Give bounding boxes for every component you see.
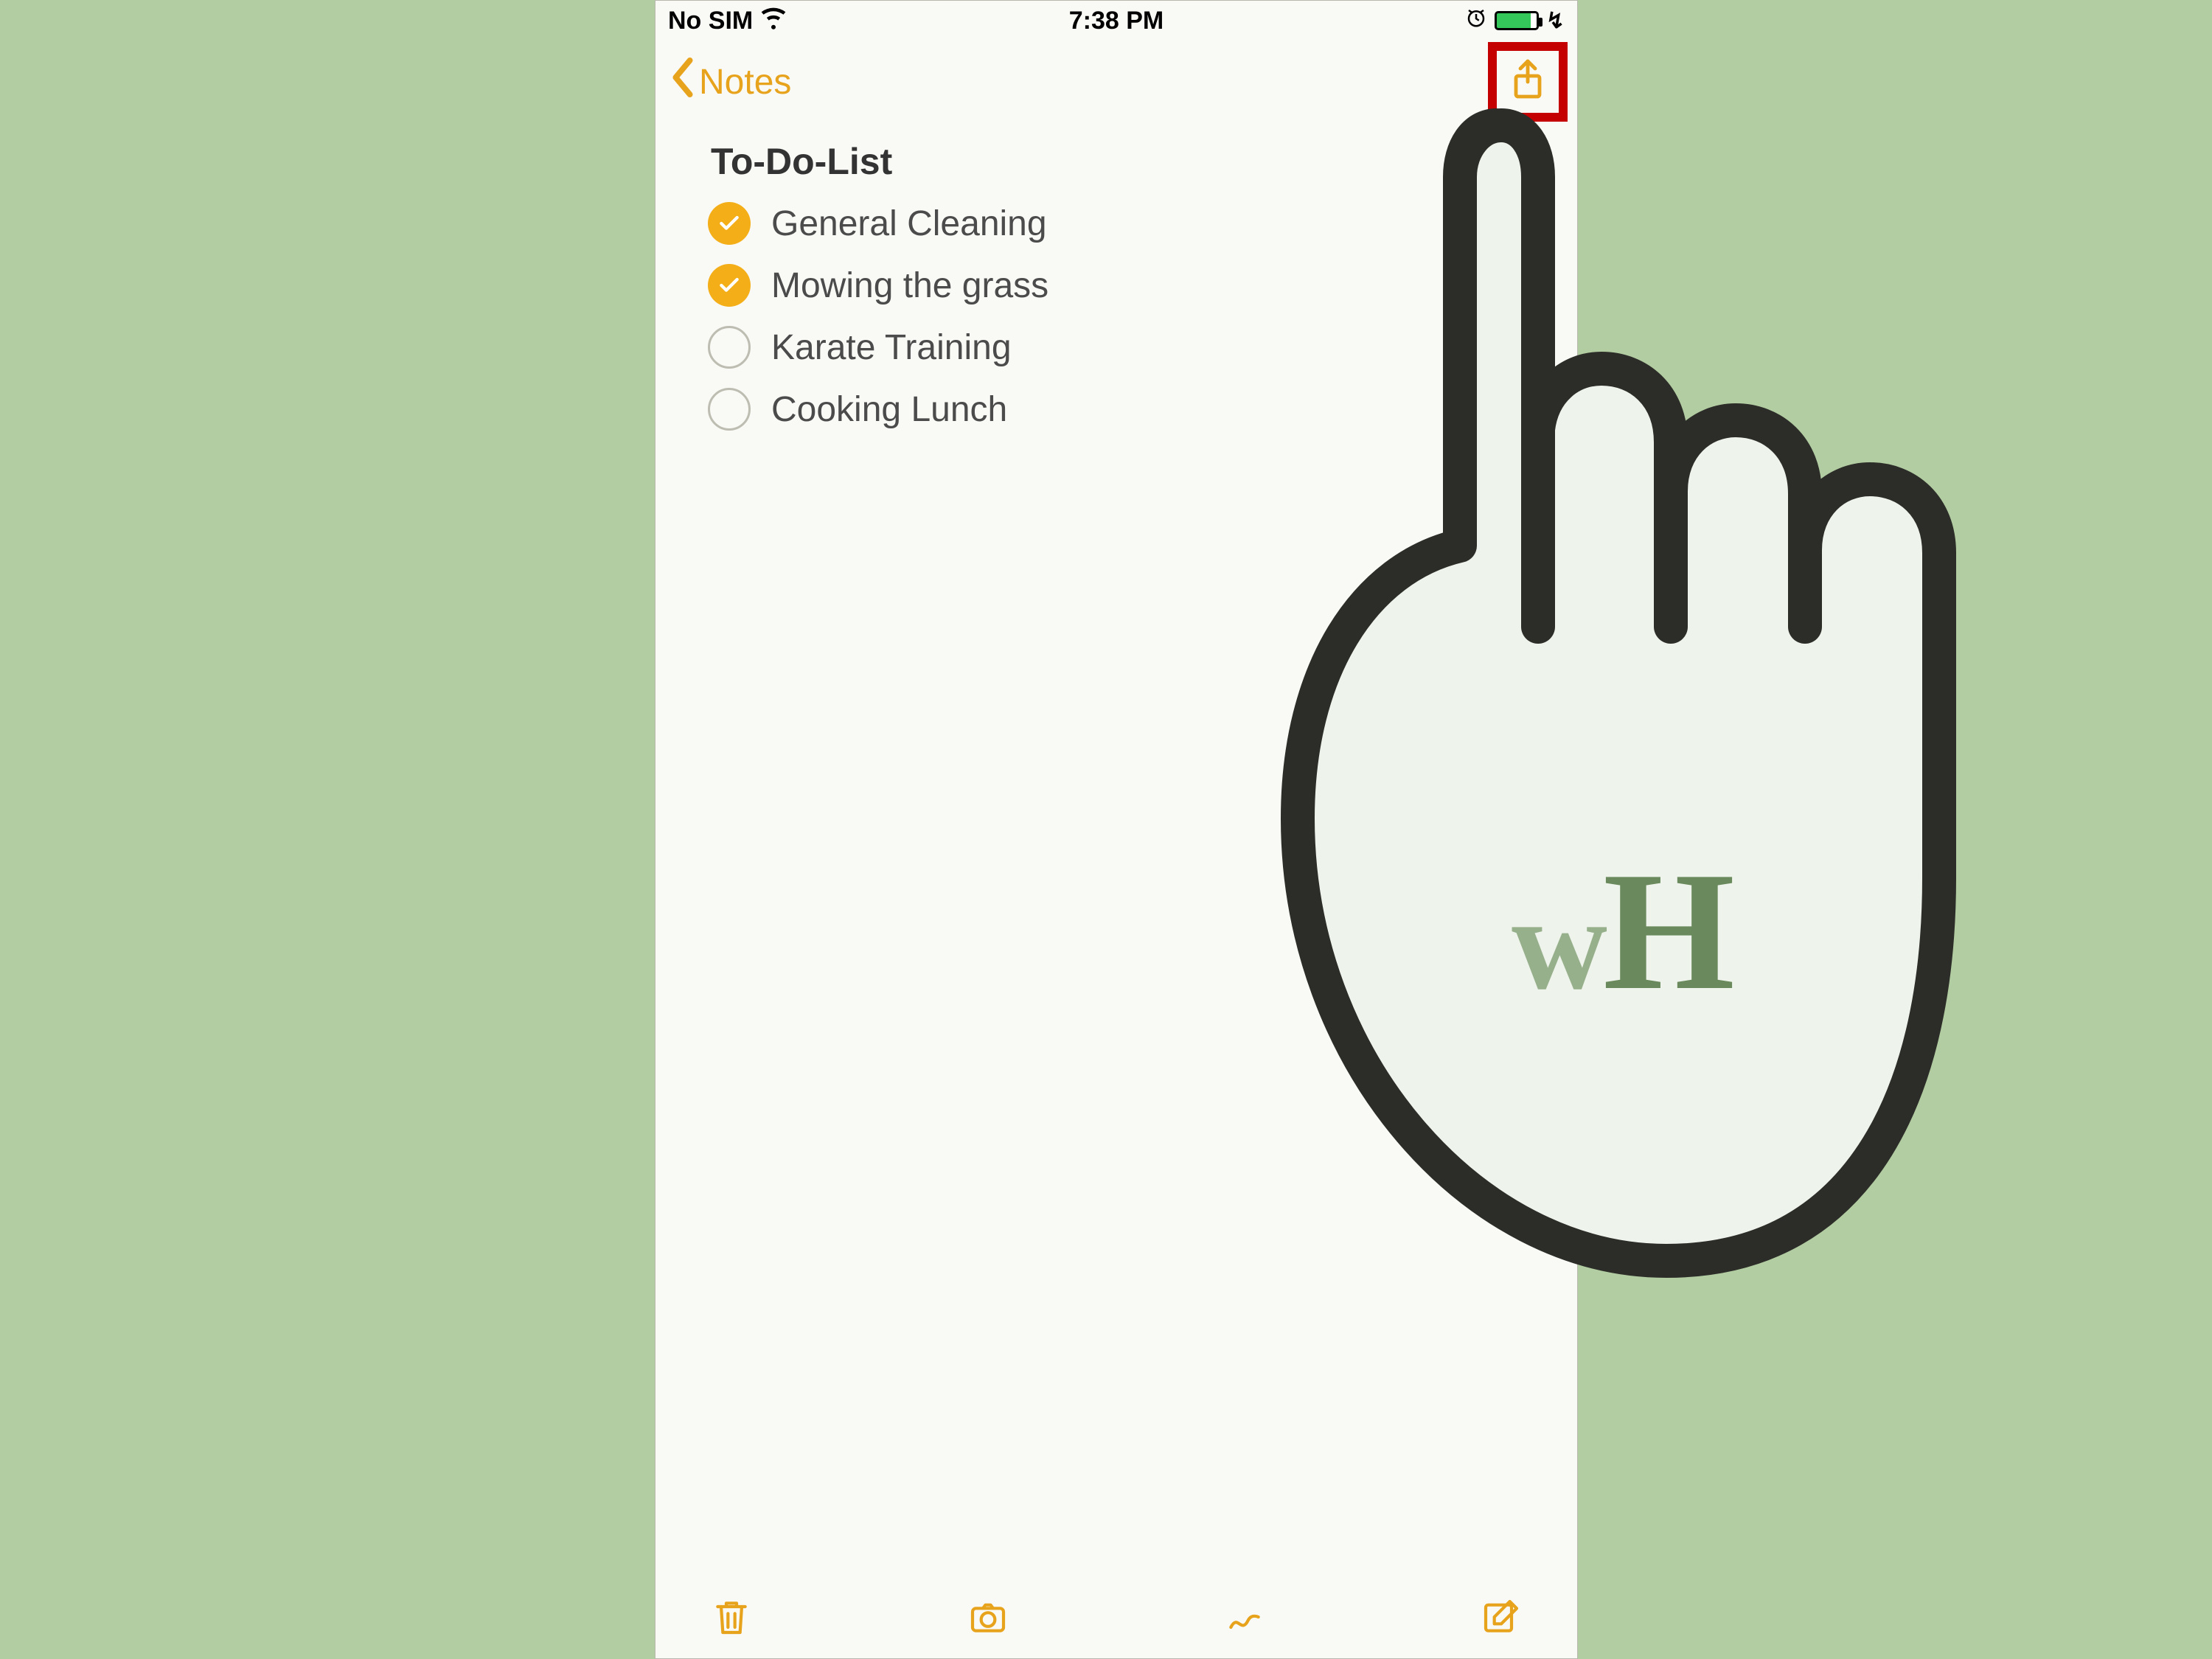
compose-icon	[1481, 1596, 1522, 1641]
list-item: Cooking Lunch	[708, 388, 1525, 431]
item-label: Cooking Lunch	[771, 389, 1007, 430]
battery-icon	[1495, 11, 1539, 30]
back-button[interactable]: Notes	[669, 58, 791, 106]
checkbox-unchecked-icon[interactable]	[708, 388, 751, 431]
status-bar: No SIM 7:38 PM ↯	[655, 0, 1578, 41]
wifi-icon	[760, 4, 787, 38]
share-button[interactable]	[1492, 46, 1563, 117]
navbar: Notes	[655, 41, 1578, 122]
carrier-label: No SIM	[668, 7, 753, 35]
trash-icon	[711, 1596, 752, 1641]
checkbox-checked-icon[interactable]	[708, 202, 751, 245]
checkbox-checked-icon[interactable]	[708, 264, 751, 307]
list-item: General Cleaning	[708, 202, 1525, 245]
checkbox-unchecked-icon[interactable]	[708, 326, 751, 369]
note-title: To-Do-List	[711, 140, 1525, 183]
bottom-toolbar	[655, 1578, 1578, 1659]
checklist: General Cleaning Mowing the grass Karate…	[708, 202, 1525, 431]
note-body: To-Do-List General Cleaning Mowing the g…	[655, 140, 1578, 431]
camera-button[interactable]	[966, 1596, 1010, 1641]
item-label: General Cleaning	[771, 204, 1047, 244]
back-label: Notes	[699, 62, 791, 102]
status-right: ↯	[1465, 7, 1565, 35]
sketch-icon	[1224, 1596, 1265, 1641]
phone-screen: No SIM 7:38 PM ↯ Notes	[655, 0, 1578, 1659]
camera-icon	[967, 1596, 1009, 1641]
list-item: Karate Training	[708, 326, 1525, 369]
item-label: Karate Training	[771, 327, 1012, 368]
share-icon	[1509, 58, 1546, 106]
status-left: No SIM	[668, 4, 787, 38]
alarm-icon	[1465, 7, 1487, 35]
status-time: 7:38 PM	[655, 7, 1578, 35]
list-item: Mowing the grass	[708, 264, 1525, 307]
item-label: Mowing the grass	[771, 265, 1048, 306]
charging-icon: ↯	[1546, 8, 1565, 34]
trash-button[interactable]	[709, 1596, 754, 1641]
compose-button[interactable]	[1479, 1596, 1523, 1641]
sketch-button[interactable]	[1222, 1596, 1267, 1641]
logo-letter-h: H	[1603, 837, 1731, 1025]
chevron-left-icon	[669, 58, 696, 106]
